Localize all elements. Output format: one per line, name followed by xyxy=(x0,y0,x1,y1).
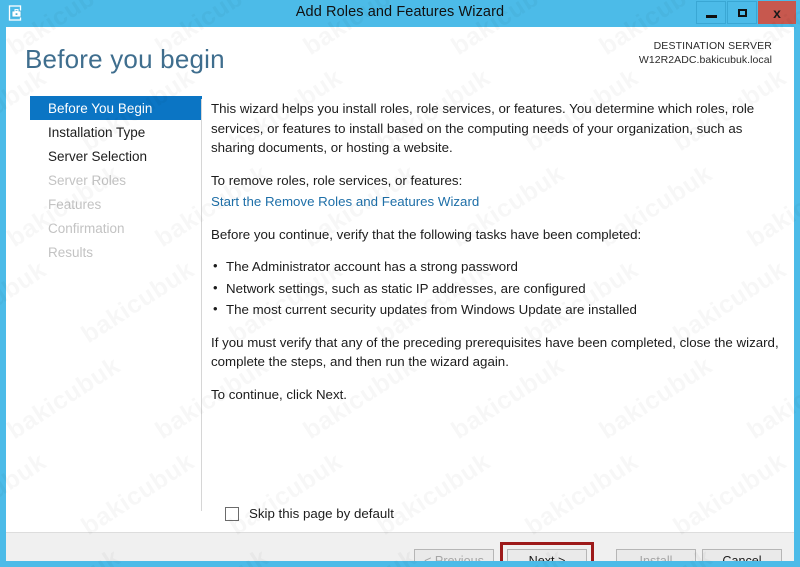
prerequisite-task-list: The Administrator account has a strong p… xyxy=(211,256,781,320)
footer-button-group: < Previous Next > Install Cancel xyxy=(414,542,782,561)
next-button-highlight: Next > xyxy=(500,542,594,561)
list-item: Network settings, such as static IP addr… xyxy=(211,278,781,299)
sidebar-item-server-roles: Server Roles xyxy=(30,168,202,192)
wizard-navigation: Before You Begin Installation Type Serve… xyxy=(6,96,202,513)
wizard-window: Add Roles and Features Wizard x Before y… xyxy=(0,0,800,567)
sidebar-item-label: Before You Begin xyxy=(48,100,153,116)
next-button[interactable]: Next > xyxy=(507,549,587,561)
skip-page-checkbox[interactable] xyxy=(225,506,239,521)
sidebar-item-results: Results xyxy=(30,240,202,264)
sidebar-item-before-you-begin[interactable]: Before You Begin xyxy=(30,96,202,120)
maximize-button[interactable] xyxy=(727,1,757,24)
minimize-icon xyxy=(706,15,717,18)
sidebar-item-label: Features xyxy=(48,196,102,212)
install-button: Install xyxy=(616,549,696,561)
prerequisite-note: If you must verify that any of the prece… xyxy=(211,334,779,370)
continue-note: To continue, click Next. xyxy=(211,386,347,402)
previous-button: < Previous xyxy=(414,549,494,561)
sidebar-item-label: Server Selection xyxy=(48,148,148,164)
page-header: Before you begin DESTINATION SERVER W12R… xyxy=(6,27,794,96)
title-bar: Add Roles and Features Wizard x xyxy=(0,0,800,27)
window-controls: x xyxy=(695,1,796,25)
minimize-button[interactable] xyxy=(696,1,726,24)
verify-heading: Before you continue, verify that the fol… xyxy=(211,226,642,242)
sidebar-item-server-selection[interactable]: Server Selection xyxy=(30,144,202,168)
destination-server-block: DESTINATION SERVER W12R2ADC.bakicubuk.lo… xyxy=(639,40,772,68)
sidebar-item-label: Installation Type xyxy=(48,124,146,140)
cancel-button[interactable]: Cancel xyxy=(702,549,782,561)
destination-server-label: DESTINATION SERVER xyxy=(653,40,772,52)
sidebar-item-installation-type[interactable]: Installation Type xyxy=(30,120,202,144)
page-title: Before you begin xyxy=(25,44,225,74)
wizard-client-area: Before you begin DESTINATION SERVER W12R… xyxy=(6,27,794,561)
window-title: Add Roles and Features Wizard xyxy=(295,4,505,20)
skip-page-row[interactable]: Skip this page by default xyxy=(225,506,394,521)
sidebar-item-label: Server Roles xyxy=(48,172,127,188)
remove-roles-wizard-link[interactable]: Start the Remove Roles and Features Wiza… xyxy=(211,194,479,209)
wizard-content: This wizard helps you install roles, rol… xyxy=(211,99,781,417)
maximize-icon xyxy=(738,9,747,17)
sidebar-item-label: Confirmation xyxy=(48,220,125,236)
destination-server-name: W12R2ADC.bakicubuk.local xyxy=(638,53,772,66)
sidebar-divider xyxy=(201,99,202,511)
sidebar-item-label: Results xyxy=(48,244,94,260)
remove-heading: To remove roles, role services, or featu… xyxy=(211,172,463,188)
sidebar-item-features: Features xyxy=(30,192,202,216)
wizard-footer: < Previous Next > Install Cancel xyxy=(6,533,794,561)
sidebar-item-confirmation: Confirmation xyxy=(30,216,202,240)
intro-paragraph: This wizard helps you install roles, rol… xyxy=(211,101,755,156)
list-item: The Administrator account has a strong p… xyxy=(211,256,781,277)
list-item: The most current security updates from W… xyxy=(211,299,781,320)
close-icon: x xyxy=(773,4,781,21)
close-button[interactable]: x xyxy=(758,1,796,24)
skip-page-label: Skip this page by default xyxy=(249,506,394,521)
